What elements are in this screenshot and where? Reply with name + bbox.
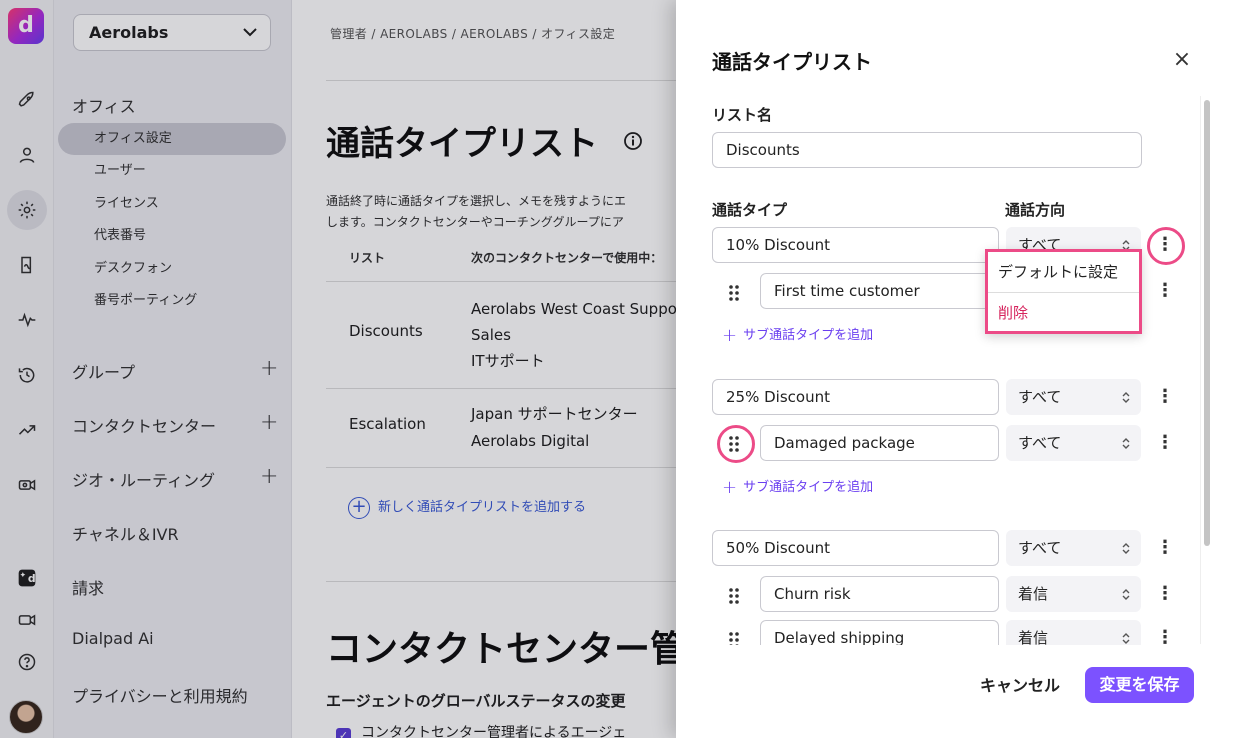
cancel-button[interactable]: キャンセル (980, 672, 1060, 696)
menu-item-set-default[interactable]: デフォルトに設定 (988, 252, 1139, 292)
add-sub-type-button[interactable]: + サブ通話タイプを追加 (722, 324, 873, 346)
sub-call-type-input[interactable]: Delayed shipping (760, 620, 999, 645)
call-type-input[interactable]: 50% Discount (712, 530, 999, 566)
drag-handle-icon[interactable] (726, 586, 742, 606)
chevron-updown-icon (1122, 633, 1130, 644)
call-type-input[interactable]: 10% Discount (712, 227, 999, 263)
chevron-updown-icon (1122, 589, 1130, 600)
direction-value: すべて (1018, 434, 1062, 452)
more-options-icon[interactable]: ⋮ (1155, 582, 1175, 606)
chevron-updown-icon (1122, 543, 1130, 554)
more-options-icon[interactable]: ⋮ (1155, 431, 1175, 455)
sub-call-type-input[interactable]: First time customer (760, 273, 999, 309)
sub-call-type-input[interactable]: Damaged package (760, 425, 999, 461)
close-icon[interactable]: × (1170, 48, 1194, 72)
direction-value: すべて (1018, 539, 1062, 557)
call-type-input[interactable]: 25% Discount (712, 379, 999, 415)
menu-item-delete[interactable]: 削除 (988, 293, 1139, 333)
add-sub-label: サブ通話タイプを追加 (743, 480, 874, 495)
direction-select[interactable]: すべて (1006, 530, 1141, 566)
add-sub-label: サブ通話タイプを追加 (743, 328, 874, 343)
add-sub-type-button[interactable]: + サブ通話タイプを追加 (722, 476, 873, 498)
direction-value: 着信 (1018, 585, 1049, 603)
more-options-icon[interactable]: ⋮ (1155, 626, 1175, 645)
modal-backdrop[interactable] (0, 0, 676, 738)
more-options-icon[interactable]: ⋮ (1155, 385, 1175, 409)
scrollbar-thumb[interactable] (1204, 100, 1210, 546)
chevron-updown-icon (1122, 438, 1130, 449)
direction-label: 通話方向 (1005, 201, 1066, 219)
direction-select[interactable]: すべて (1006, 425, 1141, 461)
chevron-updown-icon (1122, 392, 1130, 403)
list-name-input[interactable]: Discounts (712, 132, 1142, 168)
save-button[interactable]: 変更を保存 (1085, 667, 1194, 703)
highlight-ring (1147, 227, 1185, 265)
direction-value: すべて (1018, 388, 1062, 406)
call-type-list-drawer: 通話タイプリスト × リスト名 Discounts 通話タイプ 通話方向 10%… (676, 0, 1237, 738)
drawer-title: 通話タイプリスト (712, 50, 872, 74)
list-name-label: リスト名 (712, 106, 773, 124)
direction-select[interactable]: 着信 (1006, 576, 1141, 612)
more-options-icon[interactable]: ⋮ (1155, 536, 1175, 560)
direction-select[interactable]: 着信 (1006, 620, 1141, 645)
scrollbar[interactable] (1200, 96, 1212, 644)
direction-select[interactable]: すべて (1006, 379, 1141, 415)
drag-handle-icon[interactable] (726, 283, 742, 303)
more-options-icon[interactable]: ⋮ (1155, 279, 1175, 303)
highlight-ring (717, 425, 755, 463)
context-menu: デフォルトに設定 削除 (985, 249, 1142, 334)
sub-call-type-input[interactable]: Churn risk (760, 576, 999, 612)
direction-value: 着信 (1018, 629, 1049, 645)
scroll-clip: Delayed shipping 着信 ⋮ (676, 618, 1196, 645)
drag-handle-icon[interactable] (726, 630, 742, 645)
call-type-label: 通話タイプ (712, 201, 788, 219)
